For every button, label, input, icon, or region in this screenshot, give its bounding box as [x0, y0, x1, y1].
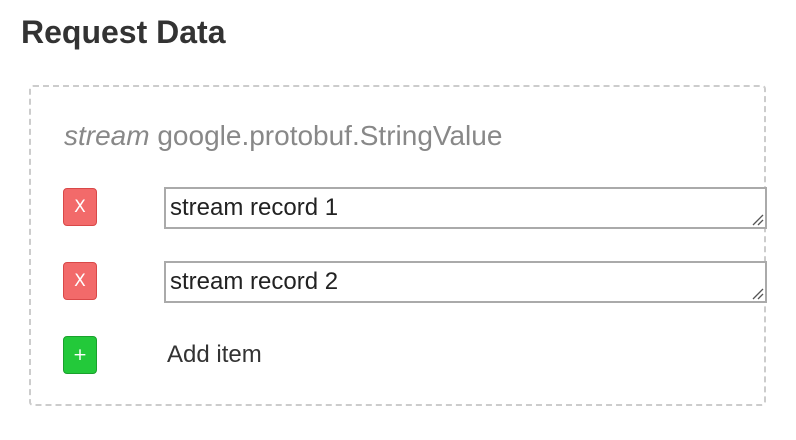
- remove-item-button[interactable]: X: [63, 262, 97, 300]
- request-data-panel: stream google.protobuf.StringValue X str…: [29, 85, 767, 406]
- remove-item-button[interactable]: X: [63, 188, 97, 226]
- resize-handle-icon[interactable]: [750, 212, 764, 226]
- item-value-text: stream record 1: [170, 194, 339, 221]
- item-value-field[interactable]: stream record 2: [164, 261, 767, 303]
- resize-handle-icon[interactable]: [750, 286, 764, 300]
- message-type-name: google.protobuf.StringValue: [157, 120, 503, 151]
- message-type-heading: stream google.protobuf.StringValue: [64, 119, 502, 153]
- item-value-text: stream record 2: [170, 268, 339, 295]
- add-item-label[interactable]: Add item: [167, 338, 262, 372]
- add-item-button[interactable]: +: [63, 336, 97, 374]
- page-title: Request Data: [21, 14, 226, 50]
- item-value-field[interactable]: stream record 1: [164, 187, 767, 229]
- stream-keyword: stream: [64, 120, 150, 151]
